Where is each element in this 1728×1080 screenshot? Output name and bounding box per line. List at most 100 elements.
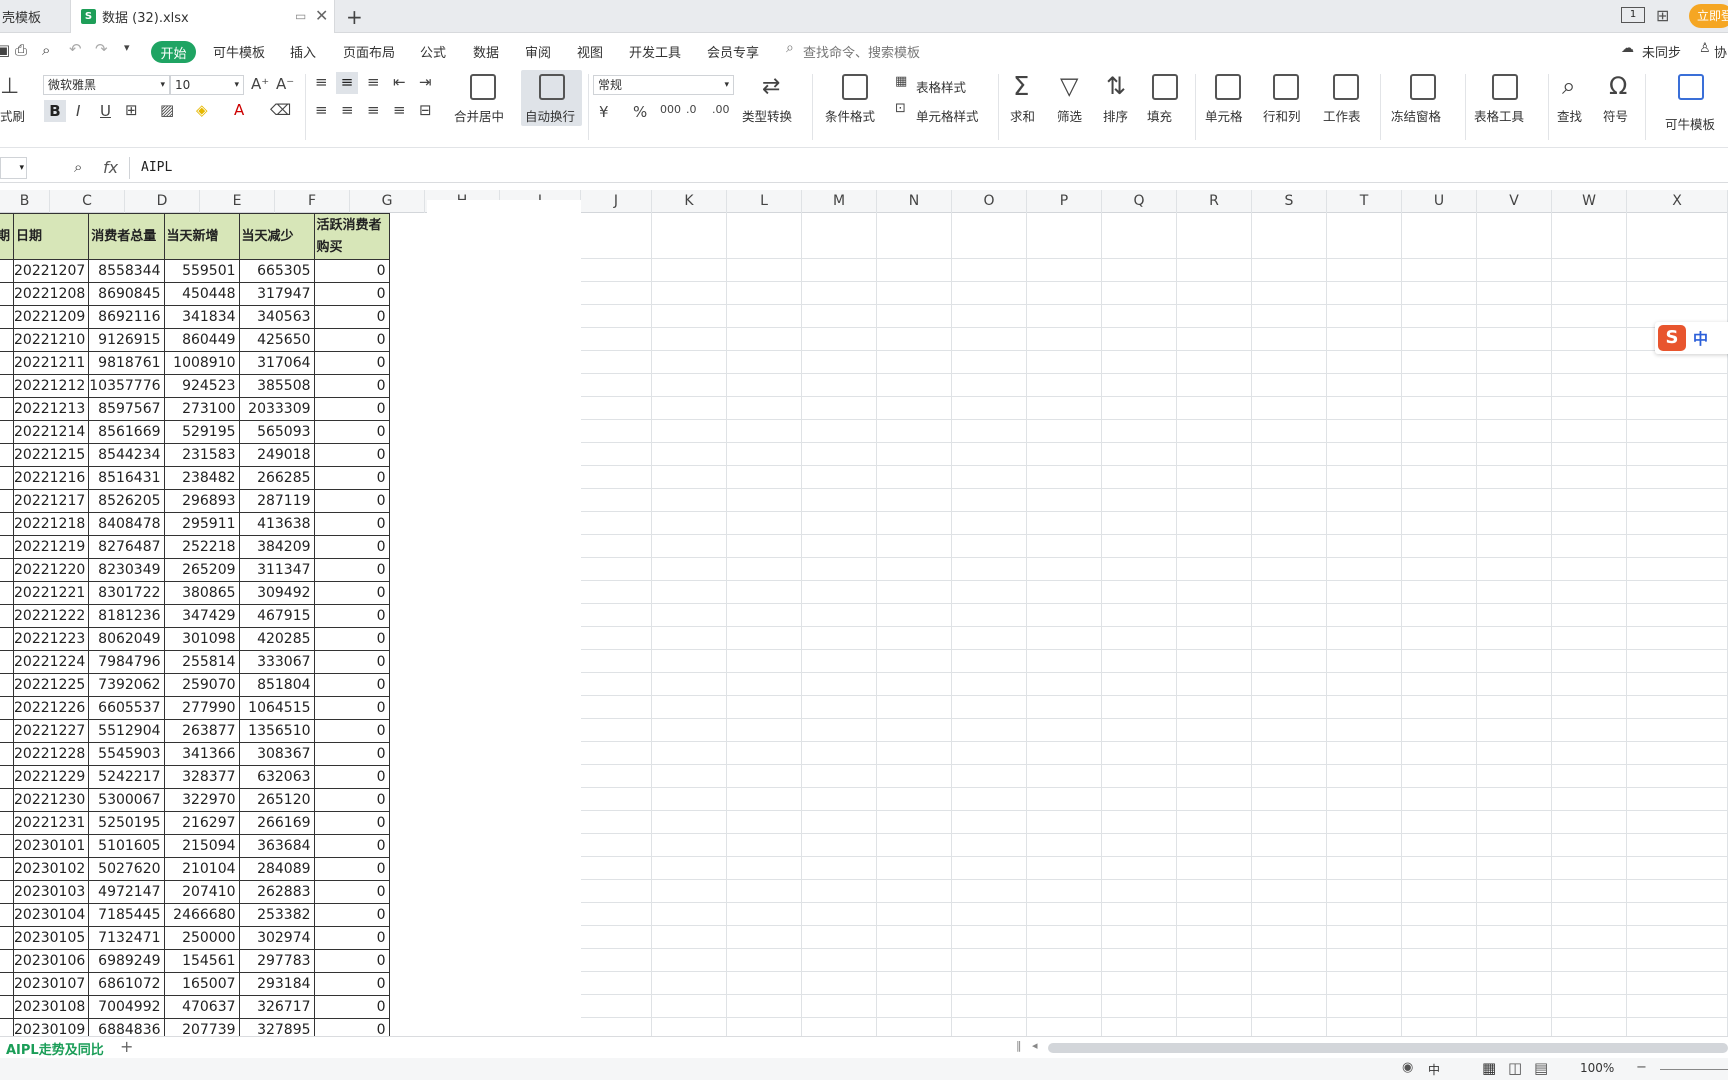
table-cell[interactable]: 467915: [238, 604, 315, 628]
find-button[interactable]: 查找: [1557, 106, 1582, 125]
table-cell[interactable]: 0: [313, 811, 390, 835]
table-cell[interactable]: 3: [0, 742, 14, 766]
table-cell[interactable]: 20221224: [12, 650, 90, 674]
table-cell[interactable]: 380865: [163, 581, 240, 605]
table-cell[interactable]: 6884836: [88, 1018, 165, 1036]
table-cell[interactable]: 20221225: [12, 673, 90, 697]
tab-workbook[interactable]: S 数据 (32).xlsx ▭ ✕: [70, 0, 335, 33]
table-cell[interactable]: 165007: [163, 972, 240, 996]
table-cell[interactable]: 20230102: [12, 857, 90, 881]
grid-apps-icon[interactable]: ⊞: [1656, 6, 1669, 25]
header-cell[interactable]: 当天新增: [163, 213, 240, 260]
table-cell[interactable]: 0: [313, 857, 390, 881]
menu-dev-tools[interactable]: 开发工具: [629, 42, 681, 61]
table-cell[interactable]: 262883: [238, 880, 315, 904]
table-cell[interactable]: 297783: [238, 949, 315, 973]
redo-icon[interactable]: ↷: [95, 40, 108, 58]
fill-icon[interactable]: [1152, 74, 1178, 100]
table-cell[interactable]: 20221207: [12, 259, 90, 283]
table-cell[interactable]: 3: [0, 581, 14, 605]
sort-button[interactable]: 排序: [1103, 106, 1128, 125]
table-cell[interactable]: 308367: [238, 742, 315, 766]
login-button[interactable]: 立即登: [1689, 4, 1728, 28]
table-cell[interactable]: 3: [0, 328, 14, 352]
format-painter-icon[interactable]: ⊥: [0, 74, 19, 99]
filter-button[interactable]: 筛选: [1057, 106, 1082, 125]
table-cell[interactable]: 559501: [163, 259, 240, 283]
table-cell[interactable]: 2466680: [163, 903, 240, 927]
table-cell[interactable]: 7984796: [88, 650, 165, 674]
table-cell[interactable]: 0: [313, 397, 390, 421]
cell-icon[interactable]: [1215, 74, 1241, 100]
fill-button[interactable]: 填充: [1147, 106, 1172, 125]
table-cell[interactable]: 8230349: [88, 558, 165, 582]
table-cell[interactable]: 20221208: [12, 282, 90, 306]
column-header-f[interactable]: F: [275, 190, 350, 213]
clear-format-icon[interactable]: ⌫: [270, 101, 291, 119]
column-header-c[interactable]: C: [50, 190, 125, 213]
table-cell[interactable]: 207410: [163, 880, 240, 904]
menu-member[interactable]: 会员专享: [707, 42, 759, 61]
cell-button[interactable]: 单元格: [1205, 106, 1243, 125]
command-search[interactable]: 查找命令、搜索模板: [803, 42, 920, 61]
table-cell[interactable]: 0: [313, 949, 390, 973]
table-cell[interactable]: 385508: [238, 374, 315, 398]
table-cell[interactable]: 253382: [238, 903, 315, 927]
table-cell[interactable]: 3: [0, 397, 14, 421]
table-cell[interactable]: 425650: [238, 328, 315, 352]
header-cell[interactable]: 当天减少: [238, 213, 315, 260]
table-cell[interactable]: 0: [313, 742, 390, 766]
table-cell[interactable]: 20221221: [12, 581, 90, 605]
fx-icon[interactable]: fx: [103, 158, 118, 177]
table-cell[interactable]: 851804: [238, 673, 315, 697]
table-cell[interactable]: 3: [0, 535, 14, 559]
keniu-template-button[interactable]: 可牛模板: [1665, 114, 1715, 133]
align-middle-icon[interactable]: ≡: [336, 72, 358, 94]
tab-popout-icon[interactable]: ▭: [295, 9, 306, 23]
table-cell[interactable]: 20230101: [12, 834, 90, 858]
symbol-icon[interactable]: Ω: [1609, 72, 1627, 100]
table-cell[interactable]: 0: [313, 995, 390, 1019]
convert-type-icon[interactable]: ⇄: [762, 74, 780, 99]
tab-close-icon[interactable]: ✕: [315, 6, 328, 25]
table-cell[interactable]: 0: [313, 604, 390, 628]
table-cell[interactable]: 420285: [238, 627, 315, 651]
table-cell[interactable]: 231583: [163, 443, 240, 467]
menu-data[interactable]: 数据: [473, 42, 499, 61]
freeze-icon[interactable]: [1410, 74, 1436, 100]
column-header-p[interactable]: P: [1027, 190, 1102, 213]
column-header-m[interactable]: M: [802, 190, 877, 213]
align-right-icon[interactable]: ≡: [367, 101, 380, 119]
table-cell[interactable]: 5242217: [88, 765, 165, 789]
table-tools-button[interactable]: 表格工具: [1474, 106, 1524, 125]
table-cell[interactable]: 0: [313, 305, 390, 329]
table-cell[interactable]: 20230106: [12, 949, 90, 973]
column-header-e[interactable]: E: [200, 190, 275, 213]
table-cell[interactable]: 1008910: [163, 351, 240, 375]
column-header-n[interactable]: N: [877, 190, 952, 213]
table-cell[interactable]: 0: [313, 972, 390, 996]
zoom-out-icon[interactable]: −: [1636, 1060, 1647, 1075]
table-cell[interactable]: 8544234: [88, 443, 165, 467]
table-cell[interactable]: 20221222: [12, 604, 90, 628]
table-cell[interactable]: 450448: [163, 282, 240, 306]
table-cell[interactable]: 3: [0, 857, 14, 881]
print-icon[interactable]: ⎙: [15, 41, 27, 59]
table-cell[interactable]: 0: [313, 765, 390, 789]
table-cell[interactable]: 20230105: [12, 926, 90, 950]
menu-keniu-template[interactable]: 可牛模板: [213, 42, 265, 61]
table-cell[interactable]: 347429: [163, 604, 240, 628]
number-format-select[interactable]: 常规 ▾: [593, 75, 734, 95]
table-cell[interactable]: 0: [313, 535, 390, 559]
table-cell[interactable]: 317064: [238, 351, 315, 375]
table-cell[interactable]: 0: [313, 696, 390, 720]
table-cell[interactable]: 5027620: [88, 857, 165, 881]
table-cell[interactable]: 8408478: [88, 512, 165, 536]
table-cell[interactable]: 0: [313, 903, 390, 927]
table-cell[interactable]: 0: [313, 581, 390, 605]
column-header-d[interactable]: D: [125, 190, 200, 213]
table-cell[interactable]: 9126915: [88, 328, 165, 352]
underline-button[interactable]: U: [100, 102, 111, 120]
column-header-r[interactable]: R: [1177, 190, 1252, 213]
table-cell[interactable]: 5101605: [88, 834, 165, 858]
